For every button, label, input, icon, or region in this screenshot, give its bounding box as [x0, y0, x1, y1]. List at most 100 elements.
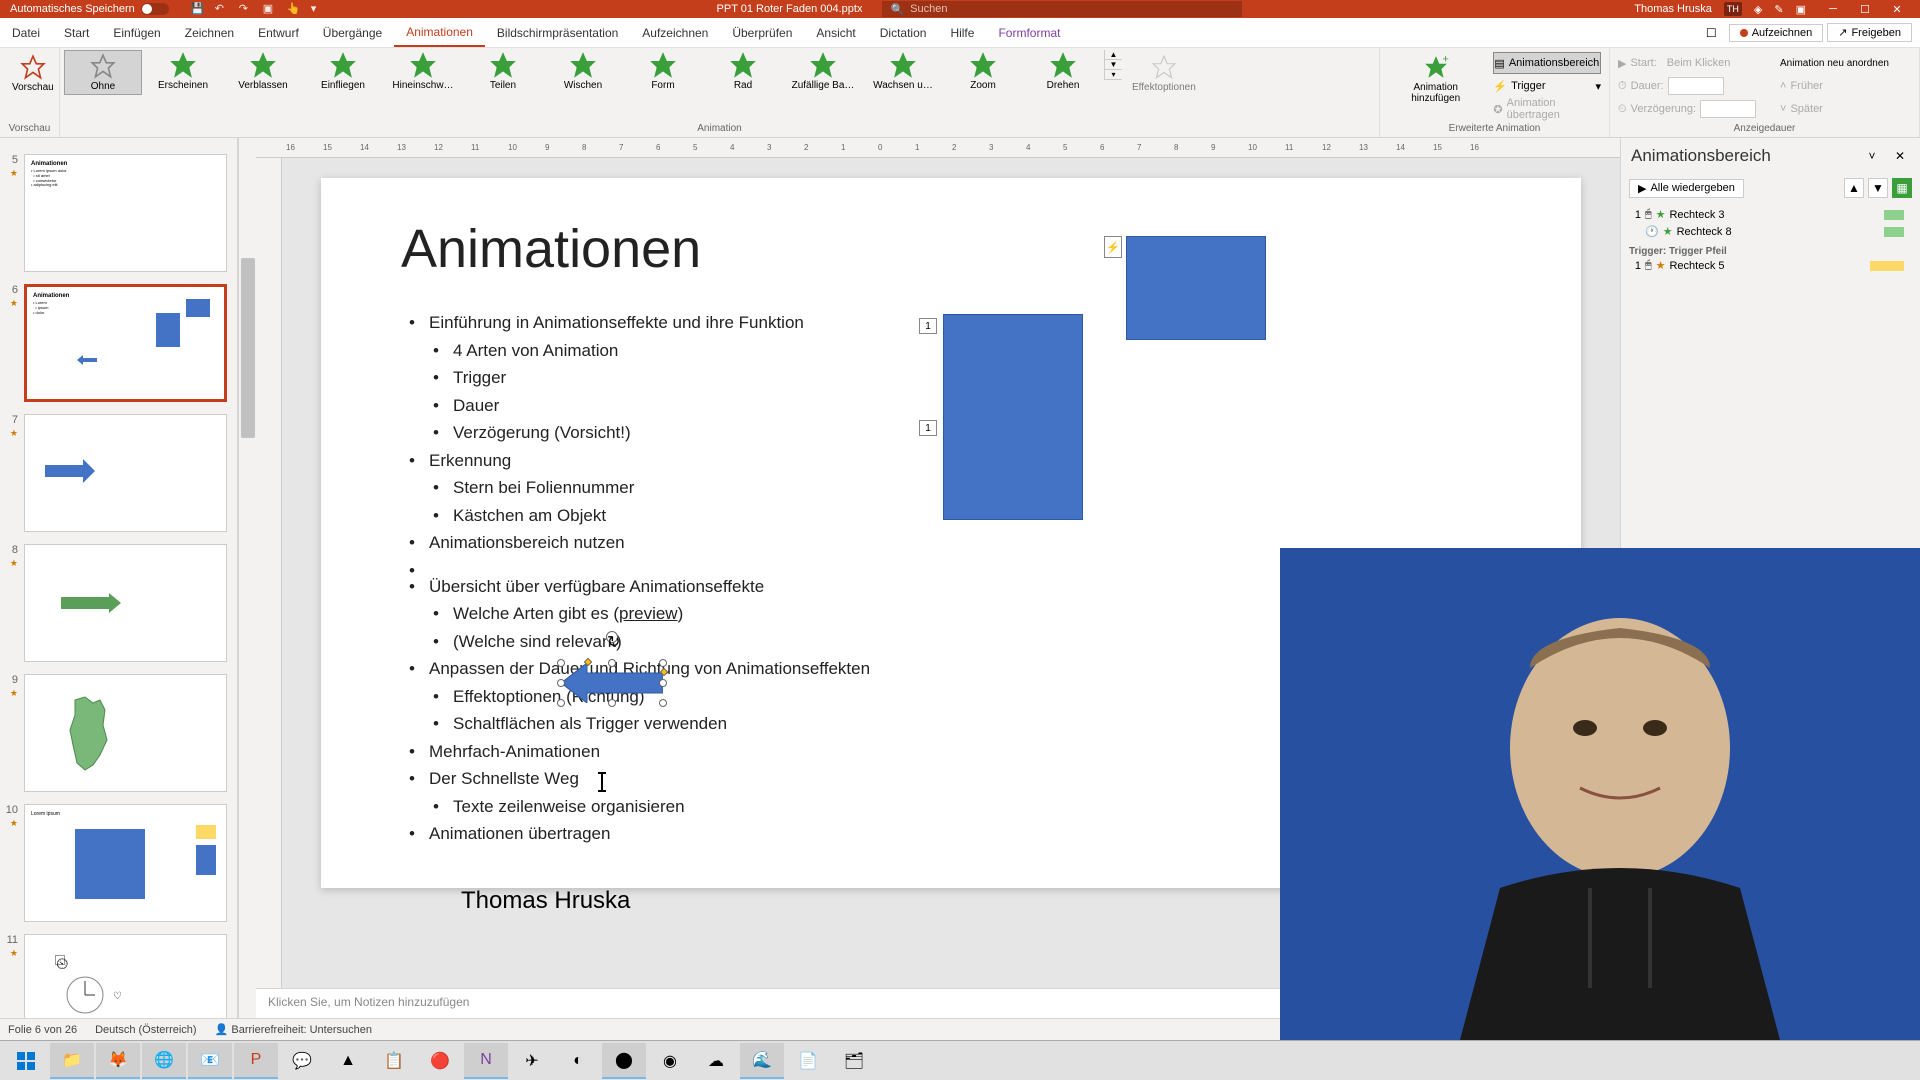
taskbar-powerpoint[interactable]: P: [234, 1043, 278, 1079]
diamond-icon[interactable]: ◈: [1754, 3, 1762, 16]
play-all-button[interactable]: ▶Alle wiedergeben: [1629, 179, 1744, 198]
taskbar-edge[interactable]: 🌊: [740, 1043, 784, 1079]
gallery-down-icon[interactable]: ▼: [1105, 60, 1122, 70]
record-button[interactable]: Aufzeichnen: [1729, 24, 1824, 42]
menu-zeichnen[interactable]: Zeichnen: [173, 18, 246, 47]
shape-rectangle-small[interactable]: [1126, 236, 1266, 340]
document-filename[interactable]: PPT 01 Roter Faden 004.pptx: [717, 3, 863, 15]
animation-gallery-item-11[interactable]: Zoom: [944, 50, 1022, 95]
menu-bildschirm[interactable]: Bildschirmpräsentation: [485, 18, 630, 47]
undo-icon[interactable]: ↶: [215, 2, 229, 16]
taskbar-app-3[interactable]: 🔴: [418, 1043, 462, 1079]
slide-counter[interactable]: Folie 6 von 26: [8, 1024, 77, 1036]
pane-view-icon[interactable]: ▦: [1892, 178, 1912, 198]
collapse-ribbon-icon[interactable]: ☐: [1698, 26, 1725, 40]
add-animation-button[interactable]: + Animation hinzufügen: [1384, 50, 1487, 108]
animation-gallery-item-5[interactable]: Teilen: [464, 50, 542, 95]
autosave-toggle[interactable]: Automatisches Speichern: [4, 3, 175, 15]
animation-entry[interactable]: 1🖱★Rechteck 3: [1629, 206, 1912, 223]
menu-einfuegen[interactable]: Einfügen: [101, 18, 172, 47]
animation-gallery-item-7[interactable]: Form: [624, 50, 702, 95]
menu-ueberpruefen[interactable]: Überprüfen: [720, 18, 804, 47]
present-icon[interactable]: ▣: [263, 2, 277, 16]
taskbar-app-6[interactable]: ☁: [694, 1043, 738, 1079]
share-button[interactable]: ↗Freigeben: [1827, 23, 1912, 42]
animation-gallery-item-4[interactable]: Hineinschw…: [384, 50, 462, 95]
preview-button[interactable]: Vorschau: [4, 50, 62, 97]
menu-datei[interactable]: Datei: [0, 18, 52, 47]
maximize-button[interactable]: ☐: [1850, 2, 1880, 16]
slide-thumbnail-9[interactable]: [24, 674, 227, 792]
animation-gallery-item-10[interactable]: Wachsen u…: [864, 50, 942, 95]
shape-rectangle-large[interactable]: [943, 314, 1083, 520]
pen-icon[interactable]: ✎: [1774, 3, 1783, 16]
gallery-more-icon[interactable]: ▾: [1105, 70, 1122, 80]
move-up-icon[interactable]: ▲: [1844, 178, 1864, 198]
animation-entry[interactable]: 🕐★Rechteck 8: [1629, 223, 1912, 240]
menu-entwurf[interactable]: Entwurf: [246, 18, 311, 47]
trigger-dropdown[interactable]: ⚡Trigger▾: [1493, 75, 1601, 97]
animation-gallery-item-9[interactable]: Zufällige Ba…: [784, 50, 862, 95]
animation-order-tag-2[interactable]: 1: [919, 420, 937, 436]
gallery-up-icon[interactable]: ▲: [1105, 50, 1122, 60]
taskbar-obs[interactable]: ⬤: [602, 1043, 646, 1079]
minimize-button[interactable]: ─: [1818, 2, 1848, 16]
start-button[interactable]: [4, 1043, 48, 1079]
qat-dropdown-icon[interactable]: ▾: [311, 2, 325, 16]
slide-thumbnail-6[interactable]: Animationen• Lorem • ipsum• dolor: [24, 284, 227, 402]
menu-start[interactable]: Start: [52, 18, 101, 47]
taskbar-app-2[interactable]: 📋: [372, 1043, 416, 1079]
pane-close-icon[interactable]: ✕: [1890, 146, 1910, 166]
user-avatar[interactable]: TH: [1724, 2, 1742, 16]
menu-aufzeichnen[interactable]: Aufzeichnen: [630, 18, 720, 47]
taskbar-app-1[interactable]: 💬: [280, 1043, 324, 1079]
taskbar-app-5[interactable]: ◉: [648, 1043, 692, 1079]
slide-thumbnail-11[interactable]: ⏲♡: [24, 934, 227, 1018]
save-icon[interactable]: 💾: [191, 2, 205, 16]
animation-pane-toggle[interactable]: ▤Animationsbereich: [1493, 52, 1601, 74]
slide-thumbnail-10[interactable]: Lorem ipsum: [24, 804, 227, 922]
slide-title[interactable]: Animationen: [401, 218, 1501, 280]
search-box[interactable]: 🔍 Suchen: [882, 1, 1242, 17]
gallery-scroll[interactable]: ▲ ▼ ▾: [1104, 50, 1122, 80]
menu-animationen[interactable]: Animationen: [394, 18, 485, 47]
menu-ansicht[interactable]: Ansicht: [804, 18, 867, 47]
taskbar-app-7[interactable]: 📄: [786, 1043, 830, 1079]
rotation-handle[interactable]: ↻: [606, 631, 618, 643]
menu-formformat[interactable]: Formformat: [986, 18, 1072, 47]
taskbar-outlook[interactable]: 📧: [188, 1043, 232, 1079]
slide-thumbnail-panel[interactable]: 5★Animationen• Lorem ipsum dolor • sit a…: [0, 138, 238, 1018]
animation-gallery-item-12[interactable]: Drehen: [1024, 50, 1102, 95]
close-button[interactable]: ✕: [1882, 2, 1912, 16]
pane-dropdown-icon[interactable]: ˅: [1862, 146, 1882, 166]
animation-gallery-item-0[interactable]: Ohne: [64, 50, 142, 95]
taskbar-vlc[interactable]: ▲: [326, 1043, 370, 1079]
taskbar-telegram[interactable]: ✈: [510, 1043, 554, 1079]
taskbar-firefox[interactable]: 🦊: [96, 1043, 140, 1079]
thumbnail-scrollbar[interactable]: [238, 138, 256, 1018]
taskbar-onenote[interactable]: N: [464, 1043, 508, 1079]
animation-gallery-item-1[interactable]: Erscheinen: [144, 50, 222, 95]
animation-gallery-item-3[interactable]: Einfliegen: [304, 50, 382, 95]
taskbar-app-4[interactable]: ◐: [556, 1043, 600, 1079]
window-icon[interactable]: ▣: [1796, 3, 1806, 16]
taskbar-explorer[interactable]: 📁: [50, 1043, 94, 1079]
animation-gallery-item-8[interactable]: Rad: [704, 50, 782, 95]
language-indicator[interactable]: Deutsch (Österreich): [95, 1024, 196, 1036]
slide-thumbnail-5[interactable]: Animationen• Lorem ipsum dolor • sit ame…: [24, 154, 227, 272]
accessibility-check[interactable]: 👤 Barrierefreiheit: Untersuchen: [215, 1023, 372, 1036]
redo-icon[interactable]: ↷: [239, 2, 253, 16]
toggle-switch[interactable]: [141, 3, 169, 15]
taskbar-app-8[interactable]: 🗂: [832, 1043, 876, 1079]
move-down-icon[interactable]: ▼: [1868, 178, 1888, 198]
menu-dictation[interactable]: Dictation: [868, 18, 939, 47]
shape-arrow-selected[interactable]: ↻: [561, 663, 663, 703]
slide-thumbnail-8[interactable]: [24, 544, 227, 662]
touch-icon[interactable]: 👆: [287, 2, 301, 16]
animation-order-tag-1[interactable]: 1: [919, 318, 937, 334]
animation-trigger-entry[interactable]: 1🖱★Rechteck 5: [1629, 257, 1912, 274]
animation-gallery-item-2[interactable]: Verblassen: [224, 50, 302, 95]
menu-uebergaenge[interactable]: Übergänge: [311, 18, 394, 47]
menu-hilfe[interactable]: Hilfe: [938, 18, 986, 47]
user-name-label[interactable]: Thomas Hruska: [1634, 3, 1712, 15]
